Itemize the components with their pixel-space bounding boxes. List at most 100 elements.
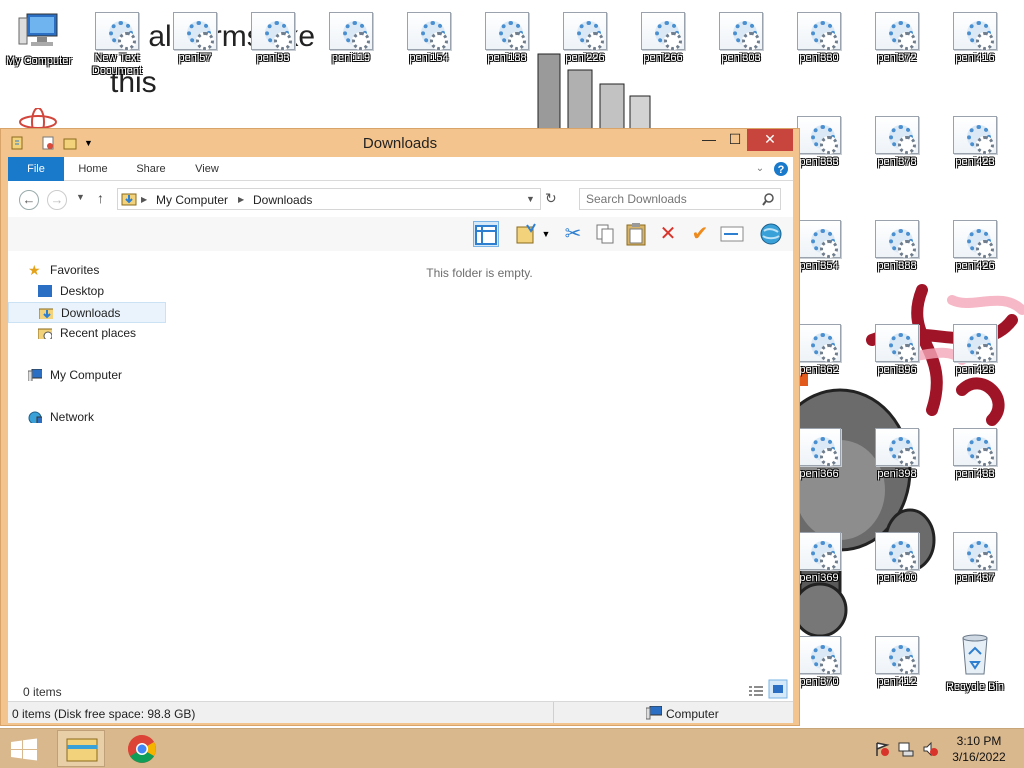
address-dropdown-chevron-icon[interactable]: ▼: [526, 194, 535, 204]
search-input[interactable]: [586, 192, 756, 206]
desktop-icon-peni378[interactable]: peni378: [858, 116, 936, 169]
desktop-icon-peni188[interactable]: peni188: [468, 12, 546, 65]
details-view-icon[interactable]: [749, 685, 763, 697]
large-icons-view-icon[interactable]: [768, 679, 788, 699]
forward-button[interactable]: →: [47, 190, 67, 210]
back-button[interactable]: ←: [19, 190, 39, 210]
icon-label: peni423: [955, 156, 995, 168]
new-folder-icon[interactable]: [513, 221, 539, 247]
rename-icon[interactable]: [719, 221, 745, 247]
desktop-icon-peni330[interactable]: peni330: [780, 12, 858, 65]
settings-file-icon: [797, 636, 841, 674]
settings-file-icon: [251, 12, 295, 50]
desktop-icon-my-computer[interactable]: My Computer: [0, 10, 78, 68]
breadcrumb-separator-icon: ▶: [238, 195, 245, 204]
desktop-icon-peni154[interactable]: peni154: [390, 12, 468, 65]
desktop-icon-peni93[interactable]: peni93: [234, 12, 312, 65]
ribbon-tab-bar: File Home Share View ⌄ ?: [8, 157, 793, 181]
up-arrow-icon[interactable]: ↑: [97, 190, 104, 206]
file-list-area[interactable]: This folder is empty.: [166, 251, 793, 681]
search-icon[interactable]: [762, 193, 775, 206]
delete-icon[interactable]: ✕: [655, 221, 681, 247]
desktop-icon-peni372[interactable]: peni372: [858, 12, 936, 65]
copy-icon[interactable]: [592, 221, 618, 247]
desktop-icon-peni396[interactable]: peni396: [858, 324, 936, 377]
close-button[interactable]: ✕: [747, 129, 793, 151]
help-button[interactable]: ?: [772, 157, 790, 181]
refresh-icon[interactable]: ↻: [545, 190, 557, 207]
cut-icon[interactable]: ✂: [560, 221, 586, 247]
paste-icon[interactable]: [623, 221, 649, 247]
nav-favorites[interactable]: ★ Favorites: [8, 260, 166, 281]
taskbar-chrome[interactable]: [116, 730, 164, 767]
settings-file-icon: [953, 324, 997, 362]
tab-file[interactable]: File: [8, 157, 64, 181]
layout-pane-icon[interactable]: [473, 221, 499, 247]
desktop-icon-peni433[interactable]: peni433: [936, 428, 1014, 481]
network-status-icon[interactable]: [898, 741, 914, 757]
desktop-icon-peni412[interactable]: peni412: [858, 636, 936, 689]
desktop-icon-peni398[interactable]: peni398: [858, 428, 936, 481]
icon-label: peni428: [955, 364, 995, 376]
computer-icon: [18, 13, 58, 46]
desktop-icon-peni266[interactable]: peni266: [624, 12, 702, 65]
recent-locations-chevron-icon[interactable]: ▼: [76, 192, 85, 202]
new-folder-dropdown-chevron-icon[interactable]: ▼: [539, 221, 553, 247]
desktop-icon-new-text-document[interactable]: New Text Document: [78, 12, 156, 78]
windows-logo-icon: [11, 738, 37, 761]
icon-label: peni433: [955, 468, 995, 480]
maximize-button[interactable]: ☐: [722, 129, 748, 151]
checkmark-icon[interactable]: ✔: [687, 221, 713, 247]
icon-label: peni426: [955, 260, 995, 272]
desktop-icon-peni400[interactable]: peni400: [858, 532, 936, 585]
settings-file-icon: [173, 12, 217, 50]
minimize-button[interactable]: —: [696, 129, 722, 151]
desktop-icon-peni437[interactable]: peni437: [936, 532, 1014, 585]
desktop-icon-peni226[interactable]: peni226: [546, 12, 624, 65]
volume-muted-icon[interactable]: [922, 741, 938, 757]
wallpaper-atom-graphic: [19, 108, 57, 128]
desktop-icon-recycle-bin[interactable]: Recycle Bin: [936, 632, 1014, 694]
desktop-icon-peni423[interactable]: peni423: [936, 116, 1014, 169]
nav-item-desktop[interactable]: Desktop: [8, 281, 166, 302]
desktop-icon-peni119[interactable]: peni119: [312, 12, 390, 65]
desktop-folder-icon: [38, 285, 52, 297]
settings-file-icon: [95, 12, 139, 50]
settings-file-icon: [875, 428, 919, 466]
nav-item-recent-places[interactable]: Recent places: [8, 323, 166, 344]
globe-icon[interactable]: [758, 221, 784, 247]
desktop-icon-peni388[interactable]: peni388: [858, 220, 936, 273]
breadcrumb-downloads[interactable]: Downloads: [253, 193, 312, 207]
icon-label: peni119: [331, 52, 371, 64]
settings-file-icon: [875, 116, 919, 154]
breadcrumb-my-computer[interactable]: My Computer: [156, 193, 228, 207]
desktop-icon-peni428[interactable]: peni428: [936, 324, 1014, 377]
search-box[interactable]: [579, 188, 781, 210]
recent-places-icon: [38, 328, 52, 339]
nav-my-computer[interactable]: My Computer: [8, 365, 166, 386]
nav-item-downloads[interactable]: Downloads: [8, 302, 166, 323]
icon-label: peni398: [877, 468, 917, 480]
icon-label: peni154: [409, 52, 449, 64]
title-bar[interactable]: ▼ Downloads — ☐ ✕: [1, 129, 799, 157]
taskbar-file-explorer[interactable]: [57, 730, 105, 767]
desktop-icon-peni303[interactable]: peni303: [702, 12, 780, 65]
icon-label: peni416: [955, 52, 995, 64]
tab-home[interactable]: Home: [70, 157, 116, 181]
file-explorer-icon: [66, 738, 98, 762]
start-button[interactable]: [0, 730, 48, 767]
expand-ribbon-chevron-icon[interactable]: ⌄: [752, 157, 768, 181]
action-center-flag-icon[interactable]: [874, 741, 890, 757]
address-box[interactable]: ▶ My Computer ▶ Downloads ▼: [117, 188, 541, 210]
settings-file-icon: [953, 12, 997, 50]
desktop-icon-peni57[interactable]: peni57: [156, 12, 234, 65]
nav-network[interactable]: Network: [8, 407, 166, 428]
clock[interactable]: 3:10 PM 3/16/2022: [948, 733, 1010, 765]
tab-share[interactable]: Share: [128, 157, 174, 181]
settings-file-icon: [875, 532, 919, 570]
icon-label: peni188: [487, 52, 527, 64]
desktop-icon-peni426[interactable]: peni426: [936, 220, 1014, 273]
tab-view[interactable]: View: [184, 157, 230, 181]
desktop-icon-peni416[interactable]: peni416: [936, 12, 1014, 65]
command-toolbar: ▼ ✂ ✕ ✔: [8, 217, 793, 251]
